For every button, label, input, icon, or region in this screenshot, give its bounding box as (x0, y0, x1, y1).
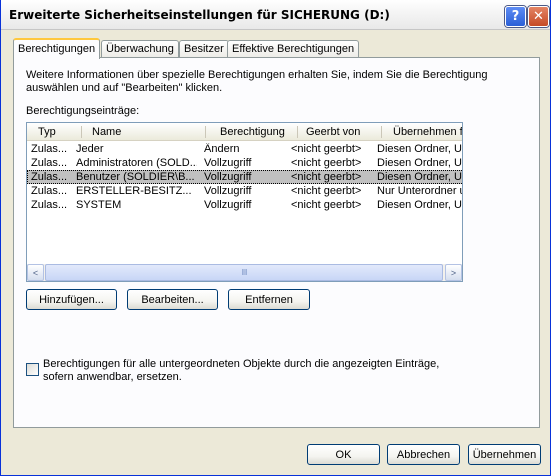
cell-berechtigung: Vollzugriff (204, 199, 252, 211)
column-divider[interactable] (205, 126, 206, 138)
title-bar[interactable]: Erweiterte Sicherheitseinstellungen für … (1, 0, 550, 30)
close-icon: ✕ (533, 9, 544, 24)
cell-name: Benutzer (SOLDIER\B... (76, 171, 195, 183)
cancel-button[interactable]: Abbrechen (387, 444, 460, 465)
tab-besitzer[interactable]: Besitzer (179, 40, 229, 58)
cell-uebernehmen-fuer: Diesen Ordner, Ur (377, 171, 463, 183)
cell-name: Administratoren (SOLD... (76, 157, 197, 169)
cell-uebernehmen-fuer: Diesen Ordner, Ur (377, 143, 463, 155)
remove-button[interactable]: Entfernen (228, 289, 310, 310)
help-icon: ? (511, 9, 520, 24)
cell-geerbt-von: <nicht geerbt> (291, 143, 362, 155)
window-title: Erweiterte Sicherheitseinstellungen für … (9, 8, 390, 22)
help-button[interactable]: ? (505, 6, 526, 27)
tab-panel-berechtigungen: Weitere Informationen über spezielle Ber… (13, 57, 540, 428)
column-header-berechtigung[interactable]: Berechtigung (220, 123, 300, 141)
info-text: Weitere Informationen über spezielle Ber… (26, 69, 488, 94)
cell-typ: Zulas... (31, 199, 68, 211)
cell-geerbt-von: <nicht geerbt> (291, 171, 362, 183)
cell-uebernehmen-fuer: Diesen Ordner, Ur (377, 157, 463, 169)
scroll-right-button[interactable]: > (445, 264, 462, 281)
close-button[interactable]: ✕ (528, 6, 549, 27)
cell-berechtigung: Vollzugriff (204, 171, 252, 183)
cell-uebernehmen-fuer: Diesen Ordner, Ur (377, 199, 463, 211)
cell-berechtigung: Vollzugriff (204, 185, 252, 197)
cell-typ: Zulas... (31, 143, 68, 155)
cell-geerbt-von: <nicht geerbt> (291, 157, 362, 169)
permission-entries-list[interactable]: Typ Name Berechtigung Geerbt von Überneh… (26, 122, 463, 282)
list-header: Typ Name Berechtigung Geerbt von Überneh… (27, 123, 462, 141)
dialog-window: Erweiterte Sicherheitseinstellungen für … (0, 0, 551, 476)
cell-typ: Zulas... (31, 185, 68, 197)
cell-uebernehmen-fuer: Nur Unterordner u (377, 185, 463, 197)
ok-button[interactable]: OK (307, 444, 380, 465)
cell-berechtigung: Ändern (204, 143, 240, 155)
column-header-geerbt-von[interactable]: Geerbt von (306, 123, 376, 141)
cell-geerbt-von: <nicht geerbt> (291, 199, 362, 211)
entries-label: Berechtigungseinträge: (26, 105, 140, 117)
column-header-name[interactable]: Name (92, 123, 202, 141)
list-item[interactable]: Zulas... Jeder Ändern <nicht geerbt> Die… (27, 142, 463, 156)
cell-name: SYSTEM (76, 199, 122, 211)
tab-effektive-berechtigungen[interactable]: Effektive Berechtigungen (227, 40, 360, 58)
edit-button[interactable]: Bearbeiten... (127, 289, 218, 310)
tab-berechtigungen[interactable]: Berechtigungen (13, 38, 101, 59)
apply-button[interactable]: Übernehmen (468, 444, 541, 465)
grip-icon: IIII (241, 268, 248, 277)
cell-typ: Zulas... (31, 157, 68, 169)
add-button[interactable]: Hinzufügen... (26, 289, 117, 310)
column-divider[interactable] (297, 126, 298, 138)
horizontal-scrollbar[interactable]: < IIII > (27, 264, 462, 281)
cell-berechtigung: Vollzugriff (204, 157, 252, 169)
list-item-selected[interactable]: Zulas... Benutzer (SOLDIER\B... Vollzugr… (27, 170, 463, 184)
replace-permissions-checkbox[interactable] (26, 363, 39, 376)
column-divider[interactable] (81, 126, 82, 138)
cell-geerbt-von: <nicht geerbt> (291, 185, 362, 197)
scroll-thumb[interactable]: IIII (45, 264, 443, 281)
column-header-uebernehmen-fuer[interactable]: Übernehmen für (393, 123, 462, 141)
list-item[interactable]: Zulas... ERSTELLER-BESITZ... Vollzugriff… (27, 184, 463, 198)
chevron-left-icon: < (32, 267, 39, 278)
column-header-typ[interactable]: Typ (38, 123, 78, 141)
list-item[interactable]: Zulas... Administratoren (SOLD... Vollzu… (27, 156, 463, 170)
scroll-left-button[interactable]: < (27, 264, 44, 281)
cell-typ: Zulas... (31, 171, 68, 183)
cell-name: ERSTELLER-BESITZ... (76, 185, 192, 197)
cell-name: Jeder (76, 143, 104, 155)
column-divider[interactable] (381, 126, 382, 138)
chevron-right-icon: > (450, 267, 457, 278)
list-item[interactable]: Zulas... SYSTEM Vollzugriff <nicht geerb… (27, 198, 463, 212)
tab-ueberwachung[interactable]: Überwachung (101, 40, 179, 58)
list-rows: Zulas... Jeder Ändern <nicht geerbt> Die… (27, 142, 463, 212)
replace-permissions-label[interactable]: Berechtigungen für alle untergeordneten … (43, 358, 463, 384)
